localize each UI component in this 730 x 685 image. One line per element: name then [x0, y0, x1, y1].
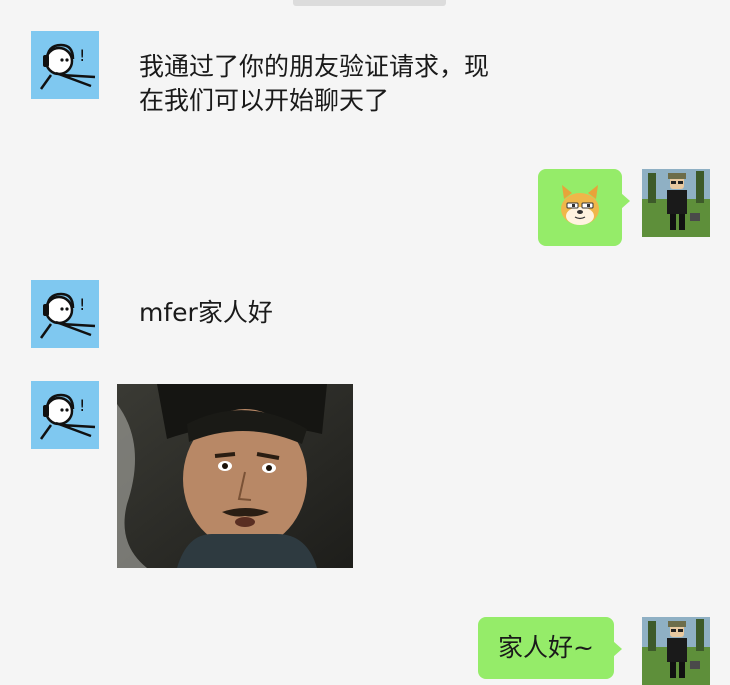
self-message-bubble[interactable]: 家人好~: [478, 617, 622, 679]
previous-message-stub: [293, 0, 446, 6]
surprised-man-photo-icon: [117, 384, 360, 568]
self-avatar[interactable]: [642, 169, 710, 237]
contact-avatar[interactable]: !: [31, 381, 99, 449]
message-text: 我通过了你的朋友验证请求，现 在我们可以开始聊天了: [139, 52, 490, 115]
contact-avatar[interactable]: !: [31, 31, 99, 99]
message-text: 家人好~: [498, 633, 594, 662]
doge-emoji-icon: [561, 185, 599, 225]
svg-text:!: !: [79, 295, 85, 314]
image-message[interactable]: [117, 384, 360, 568]
stick-figure-headphones-icon: !: [31, 381, 99, 449]
stick-figure-headphones-icon: !: [31, 280, 99, 348]
svg-text:!: !: [79, 396, 85, 415]
contact-avatar[interactable]: !: [31, 280, 99, 348]
sticker-bubble[interactable]: [538, 169, 630, 246]
pixel-character-avatar-icon: [642, 169, 710, 237]
svg-text:!: !: [79, 46, 85, 65]
self-avatar[interactable]: [642, 617, 710, 685]
message-text: mfer家人好: [139, 298, 273, 327]
pixel-character-avatar-icon: [642, 617, 710, 685]
stick-figure-headphones-icon: !: [31, 31, 99, 99]
